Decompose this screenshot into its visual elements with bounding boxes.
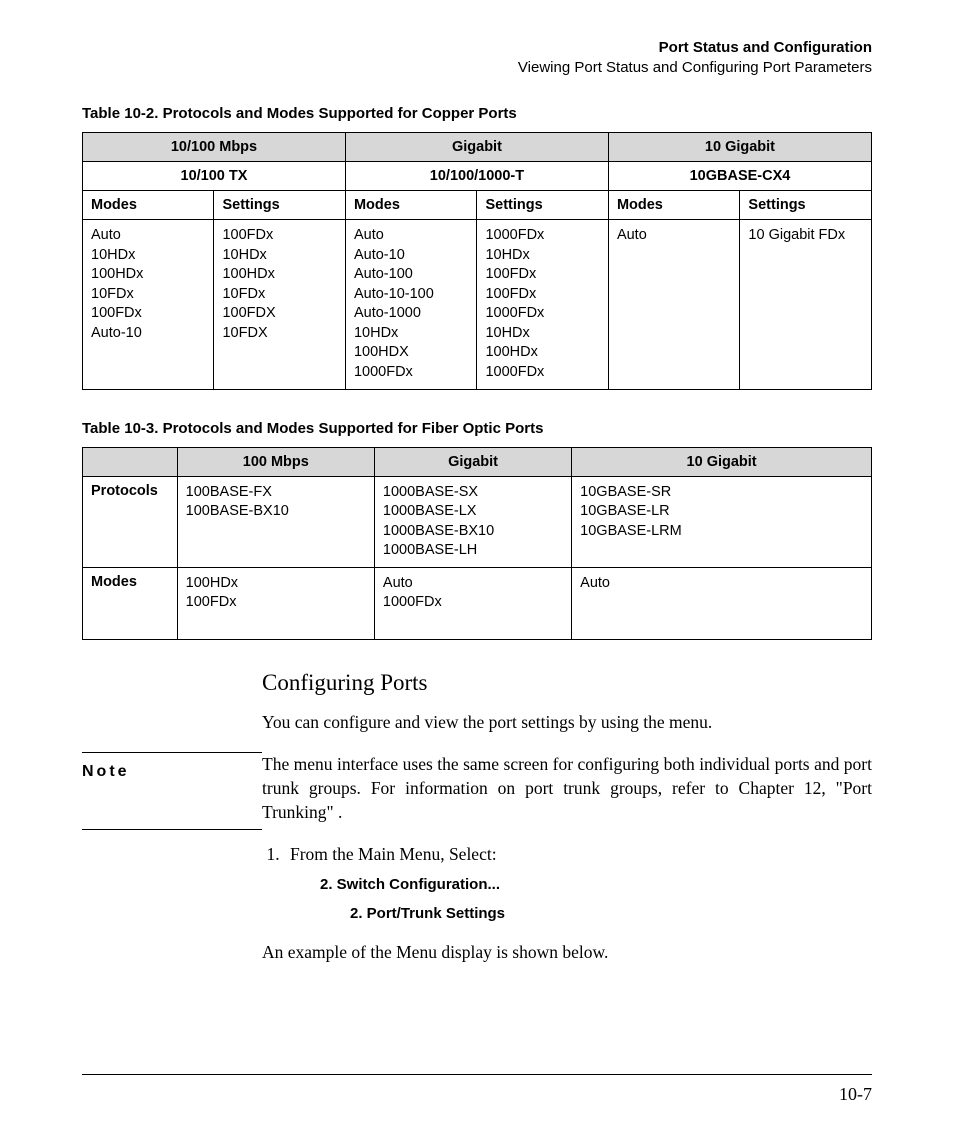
- t1-col-3: Settings: [477, 191, 608, 220]
- section-closing: An example of the Menu display is shown …: [262, 940, 872, 964]
- page-header: Port Status and Configuration Viewing Po…: [82, 38, 872, 77]
- t1-sub-0: 10/100 TX: [83, 162, 346, 191]
- t1-cell-1: 100FDx 10HDx 100HDx 10FDx 100FDX 10FDX: [214, 220, 345, 390]
- t2-r0-c1: 1000BASE-SX 1000BASE-LX 1000BASE-BX10 10…: [374, 476, 571, 567]
- table1-caption: Table 10-2. Protocols and Modes Supporte…: [82, 105, 872, 122]
- t1-group-0: 10/100 Mbps: [83, 133, 346, 162]
- footer-rule: [82, 1074, 872, 1075]
- t1-col-4: Modes: [608, 191, 739, 220]
- t1-group-1: Gigabit: [345, 133, 608, 162]
- note-rule-top: [82, 752, 262, 753]
- t1-col-1: Settings: [214, 191, 345, 220]
- t2-h2: Gigabit: [374, 447, 571, 476]
- table-fiber-ports: 100 Mbps Gigabit 10 Gigabit Protocols 10…: [82, 447, 872, 640]
- t2-h1: 100 Mbps: [177, 447, 374, 476]
- t1-cell-2: Auto Auto-10 Auto-100 Auto-10-100 Auto-1…: [345, 220, 476, 390]
- header-subtitle: Viewing Port Status and Configuring Port…: [82, 58, 872, 78]
- t2-r1-c0: 100HDx 100FDx: [177, 567, 374, 639]
- t1-col-2: Modes: [345, 191, 476, 220]
- menu-lvl2: 2. Port/Trunk Settings: [350, 900, 872, 929]
- section-heading: Configuring Ports: [262, 670, 872, 696]
- t1-cell-3: 1000FDx 10HDx 100FDx 100FDx 1000FDx 10HD…: [477, 220, 608, 390]
- t1-sub-2: 10GBASE-CX4: [608, 162, 871, 191]
- t2-h3: 10 Gigabit: [572, 447, 872, 476]
- t1-col-0: Modes: [83, 191, 214, 220]
- t1-cell-4: Auto: [608, 220, 739, 390]
- header-title: Port Status and Configuration: [82, 38, 872, 58]
- t1-sub-1: 10/100/1000-T: [345, 162, 608, 191]
- t2-r1-c2: Auto: [572, 567, 872, 639]
- t2-r1-label: Modes: [83, 567, 178, 639]
- section-intro: You can configure and view the port sett…: [262, 710, 872, 734]
- t1-col-5: Settings: [740, 191, 872, 220]
- t1-group-2: 10 Gigabit: [608, 133, 871, 162]
- t2-r0-label: Protocols: [83, 476, 178, 567]
- note-rule-bottom: [82, 829, 262, 830]
- page-number: 10-7: [839, 1084, 872, 1105]
- note-block: Note The menu interface uses the same sc…: [82, 752, 872, 830]
- note-body: The menu interface uses the same screen …: [262, 752, 872, 824]
- t2-r0-c0: 100BASE-FX 100BASE-BX10: [177, 476, 374, 567]
- steps-list: From the Main Menu, Select: 2. Switch Co…: [262, 844, 872, 928]
- table-copper-ports: 10/100 Mbps Gigabit 10 Gigabit 10/100 TX…: [82, 132, 872, 390]
- step-1-lead: From the Main Menu, Select:: [290, 844, 497, 864]
- step-1: From the Main Menu, Select: 2. Switch Co…: [284, 844, 872, 928]
- note-label: Note: [82, 761, 130, 781]
- table2-caption: Table 10-3. Protocols and Modes Supporte…: [82, 420, 872, 437]
- menu-lvl1: 2. Switch Configuration...: [320, 871, 872, 900]
- t2-r1-c1: Auto 1000FDx: [374, 567, 571, 639]
- t1-cell-5: 10 Gigabit FDx: [740, 220, 872, 390]
- t1-cell-0: Auto 10HDx 100HDx 10FDx 100FDx Auto-10: [83, 220, 214, 390]
- t2-r0-c2: 10GBASE-SR 10GBASE-LR 10GBASE-LRM: [572, 476, 872, 567]
- t2-h0: [83, 447, 178, 476]
